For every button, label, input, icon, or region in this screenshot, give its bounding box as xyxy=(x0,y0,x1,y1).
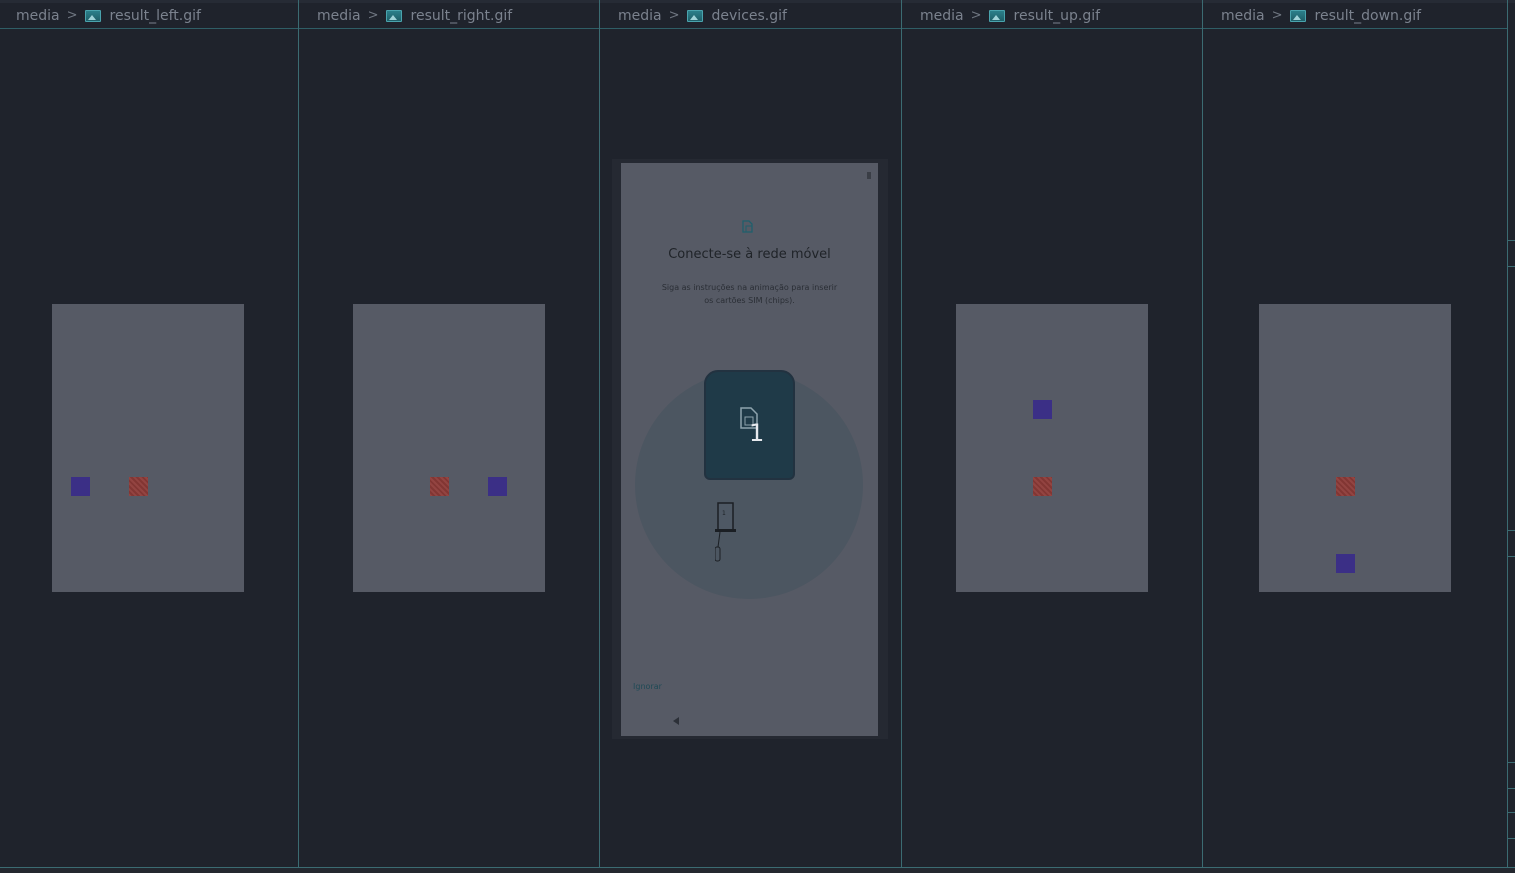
editor-pane-result-down[interactable]: media > result_down.gif xyxy=(1203,0,1508,867)
chevron-right-icon: > xyxy=(668,8,680,23)
image-file-icon xyxy=(686,9,703,22)
breadcrumb-folder[interactable]: media xyxy=(618,8,662,24)
blue-square xyxy=(488,477,507,496)
breadcrumb-folder[interactable]: media xyxy=(920,8,964,24)
breadcrumb-file[interactable]: result_up.gif xyxy=(1014,8,1101,24)
skip-link[interactable]: Ignorar xyxy=(633,682,662,691)
status-icon xyxy=(867,172,871,179)
breadcrumb-folder[interactable]: media xyxy=(1221,8,1265,24)
image-file-icon xyxy=(385,9,402,22)
gif-preview xyxy=(956,304,1148,592)
gif-preview xyxy=(1259,304,1451,592)
red-square xyxy=(1033,477,1052,496)
breadcrumb-file[interactable]: devices.gif xyxy=(712,8,787,24)
breadcrumb: media > result_left.gif xyxy=(0,3,298,29)
image-file-icon xyxy=(84,9,101,22)
chevron-right-icon: > xyxy=(66,8,78,23)
breadcrumb-file[interactable]: result_left.gif xyxy=(110,8,201,24)
editor-pane-result-right[interactable]: media > result_right.gif xyxy=(299,0,600,867)
scrollbar-overview[interactable] xyxy=(1507,30,1515,867)
breadcrumb: media > result_right.gif xyxy=(299,3,599,29)
device-screen: Conecte-se à rede móvel Siga as instruçõ… xyxy=(621,163,878,736)
gif-preview xyxy=(353,304,545,592)
breadcrumb-file[interactable]: result_right.gif xyxy=(411,8,513,24)
image-file-icon xyxy=(1289,9,1306,22)
red-square xyxy=(430,477,449,496)
chevron-right-icon: > xyxy=(970,8,982,23)
breadcrumb-folder[interactable]: media xyxy=(16,8,60,24)
red-square xyxy=(1336,477,1355,496)
blue-square xyxy=(71,477,90,496)
breadcrumb-folder[interactable]: media xyxy=(317,8,361,24)
editor-pane-result-left[interactable]: media > result_left.gif xyxy=(0,0,299,867)
breadcrumb: media > result_up.gif xyxy=(902,3,1202,29)
blue-square xyxy=(1336,554,1355,573)
red-square xyxy=(129,477,148,496)
breadcrumb-file[interactable]: result_down.gif xyxy=(1315,8,1422,24)
breadcrumb: media > result_down.gif xyxy=(1203,3,1507,29)
sim-card-icon xyxy=(742,220,753,233)
breadcrumb: media > devices.gif xyxy=(600,3,901,29)
image-file-icon xyxy=(988,9,1005,22)
sim-tray-number: 1 xyxy=(722,510,726,517)
blue-square xyxy=(1033,400,1052,419)
back-triangle-icon[interactable] xyxy=(671,716,681,726)
status-bar-edge xyxy=(0,867,1515,873)
editor-pane-result-up[interactable]: media > result_up.gif xyxy=(902,0,1203,867)
sim-slot-number: 1 xyxy=(749,419,765,447)
screen-subtitle: Siga as instruções na animação para inse… xyxy=(661,283,838,305)
chevron-right-icon: > xyxy=(367,8,379,23)
chevron-right-icon: > xyxy=(1271,8,1283,23)
editor-workspace: media > result_left.gif media > result_r… xyxy=(0,0,1515,873)
gif-preview xyxy=(52,304,244,592)
sim-tray-icon: 1 xyxy=(715,502,736,562)
screen-title: Conecte-se à rede móvel xyxy=(668,247,831,262)
